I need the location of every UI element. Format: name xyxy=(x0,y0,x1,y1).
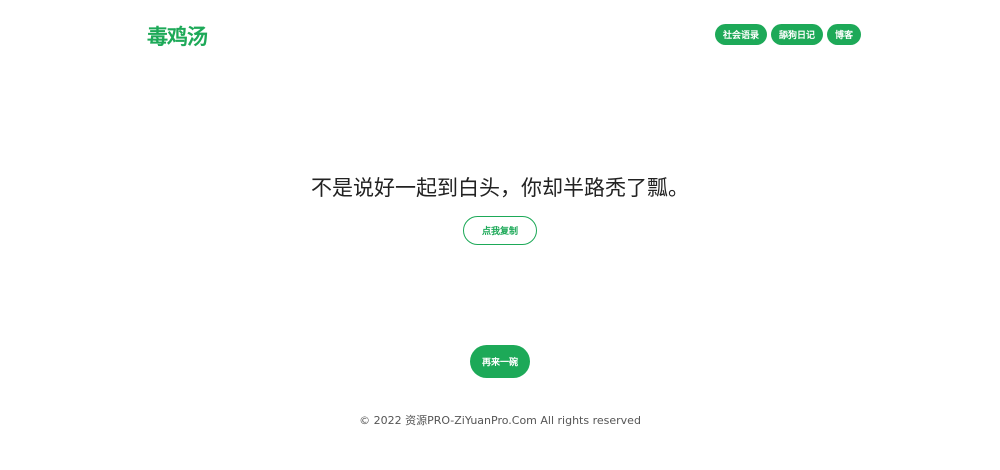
nav-button-blog[interactable]: 博客 xyxy=(826,24,861,45)
nav-button-dog-diary[interactable]: 舔狗日记 xyxy=(770,24,823,45)
site-logo[interactable]: 毒鸡汤 xyxy=(147,21,208,51)
another-quote-button[interactable]: 再来一碗 xyxy=(470,345,530,378)
page: 毒鸡汤 社会语录 舔狗日记 博客 不是说好一起到白头，你却半路秃了瓢。 点我复制… xyxy=(0,0,1000,470)
nav-button-social-quotes[interactable]: 社会语录 xyxy=(714,24,767,45)
top-nav: 社会语录 舔狗日记 博客 xyxy=(714,24,861,45)
copy-button[interactable]: 点我复制 xyxy=(463,216,537,245)
footer-copyright: © 2022 资源PRO-ZiYuanPro.Com All rights re… xyxy=(359,414,641,427)
quote-text: 不是说好一起到白头，你却半路秃了瓢。 xyxy=(311,176,689,200)
